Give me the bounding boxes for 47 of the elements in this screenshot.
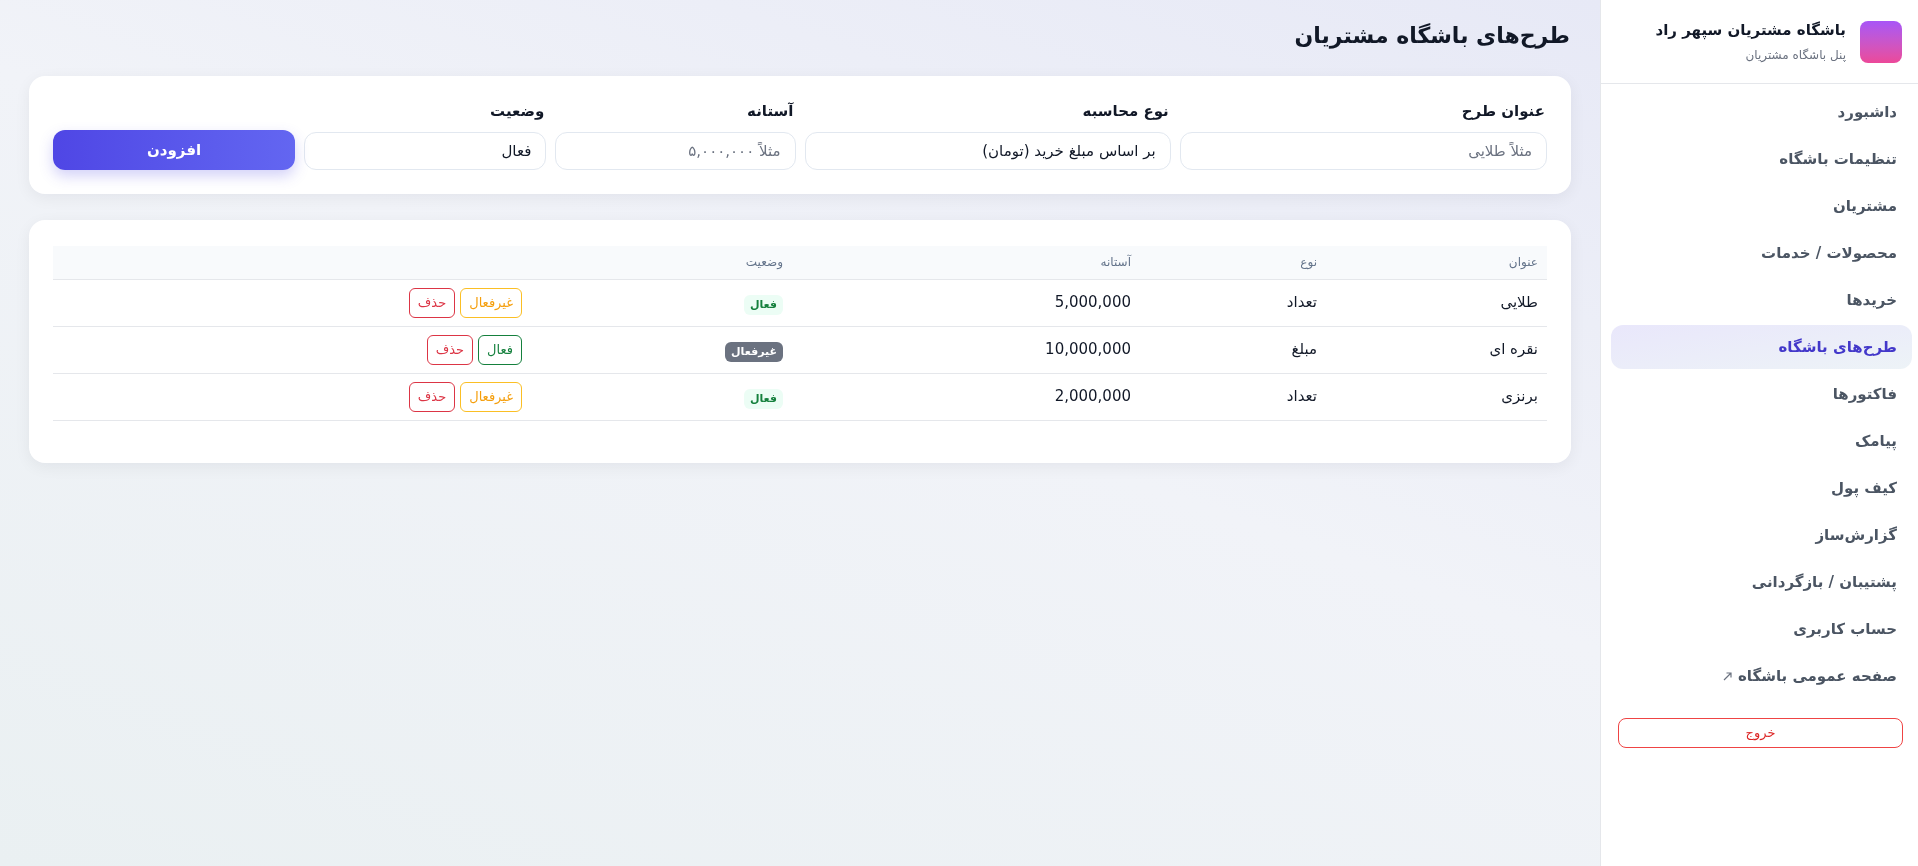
sidebar-item[interactable]: کیف پول — [1611, 466, 1912, 510]
sidebar-item[interactable]: تنظیمات باشگاه — [1611, 137, 1912, 181]
club-title: باشگاه مشتریان سپهر راد — [1655, 20, 1846, 42]
table-cell: برنزی — [1326, 373, 1547, 420]
activate-button[interactable]: فعال — [478, 334, 522, 365]
sidebar-item[interactable]: خریدها — [1611, 278, 1912, 322]
sidebar-item[interactable]: فاکتورها — [1611, 372, 1912, 416]
column-header: عنوان — [1326, 246, 1547, 279]
logo-placeholder — [1860, 20, 1902, 63]
table-cell: 5,000,000 — [792, 279, 1140, 326]
field-label: آستانه — [746, 101, 795, 122]
sidebar-item[interactable]: طرح‌های باشگاه — [1611, 325, 1912, 369]
field-label: نوع محاسبه — [1081, 101, 1170, 122]
sidebar-item[interactable]: پیامک — [1611, 419, 1912, 463]
table-cell: تعداد — [1140, 279, 1326, 326]
club-subtitle: پنل باشگاه مشتریان — [1744, 46, 1846, 64]
sidebar-item[interactable]: داشبورد — [1611, 90, 1912, 134]
logout-button[interactable]: خروج — [1618, 718, 1903, 748]
select-field[interactable]: بر اساس مبلغ خرید (تومان) — [804, 132, 1171, 170]
column-header: وضعیت — [531, 246, 792, 279]
page-title: طرح‌های باشگاه مشتریان — [1293, 22, 1570, 51]
sidebar-item[interactable]: پشتیبان / بازگردانی — [1611, 560, 1912, 604]
delete-button[interactable]: حذف — [426, 334, 474, 365]
column-header: آستانه — [792, 246, 1140, 279]
table-cell: 2,000,000 — [792, 373, 1140, 420]
select-field[interactable]: فعال — [304, 132, 547, 170]
delete-button[interactable]: حذف — [408, 287, 456, 318]
sidebar-item[interactable]: گزارش‌ساز — [1611, 513, 1912, 557]
sidebar-item[interactable]: صفحه عمومی باشگاه — [1611, 654, 1912, 698]
sidebar-item[interactable]: محصولات / خدمات — [1611, 231, 1912, 275]
status-badge: فعال — [743, 388, 783, 409]
delete-button[interactable]: حذف — [408, 381, 456, 412]
field-label: عنوان طرح — [1460, 101, 1546, 122]
table-cell: 10,000,000 — [792, 326, 1140, 373]
sidebar-item[interactable]: حساب کاربری — [1611, 607, 1912, 651]
sidebar-item[interactable]: مشتریان — [1611, 184, 1912, 228]
status-badge: غیرفعال — [725, 341, 783, 362]
table-cell: مبلغ — [1140, 326, 1326, 373]
status-badge: فعال — [743, 294, 783, 315]
column-header: نوع — [1140, 246, 1326, 279]
add-button[interactable]: افزودن — [53, 130, 296, 170]
text-input[interactable]: مثلاً طلایی — [1179, 132, 1547, 170]
table-cell: نقره ای — [1326, 326, 1547, 373]
table-cell: طلایی — [1326, 279, 1547, 326]
text-input[interactable]: مثلاً ۵,۰۰۰,۰۰۰ — [555, 132, 796, 170]
field-label: وضعیت — [489, 101, 546, 122]
table-cell: تعداد — [1140, 373, 1326, 420]
